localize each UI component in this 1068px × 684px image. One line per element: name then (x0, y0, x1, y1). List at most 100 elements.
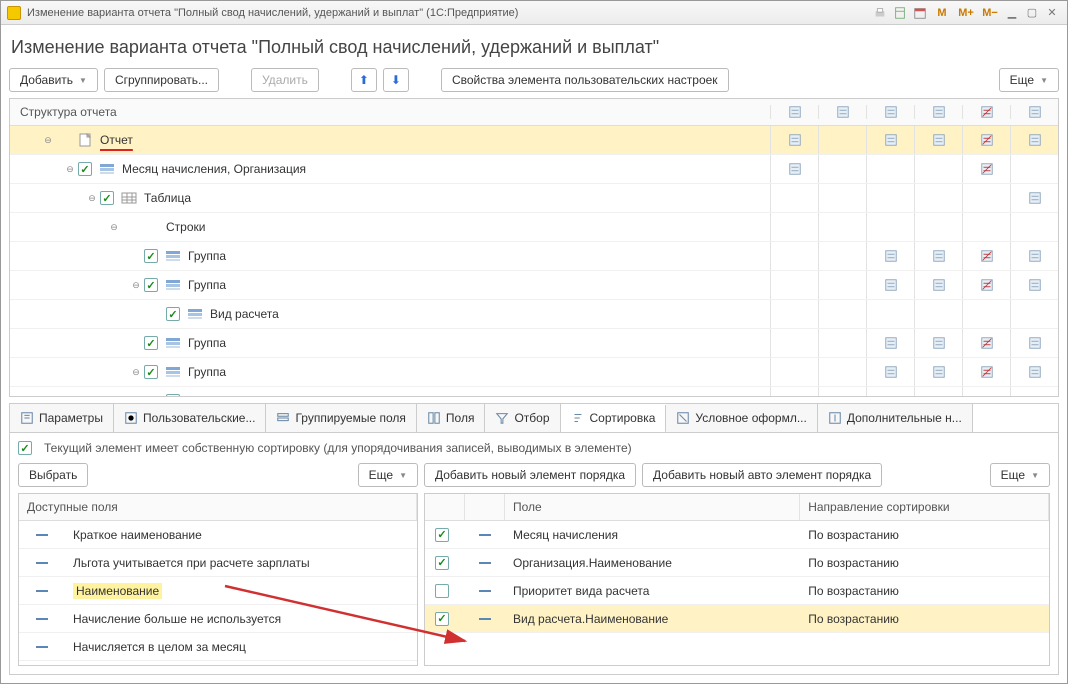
sort-row-checkbox[interactable] (435, 612, 449, 626)
row-checkbox[interactable] (100, 191, 114, 205)
sort-row[interactable]: Вид расчета.Наименование По возрастанию (425, 605, 1049, 633)
tab-user-settings[interactable]: Пользовательские... (114, 404, 267, 432)
tree-row[interactable]: Вид расчета (10, 387, 1058, 396)
sort-direction-label: По возрастанию (808, 528, 899, 542)
element-props-button[interactable]: Свойства элемента пользовательских настр… (441, 68, 729, 92)
expand-toggle[interactable]: ⊖ (42, 134, 54, 146)
add-auto-order-button[interactable]: Добавить новый авто элемент порядка (642, 463, 882, 487)
structure-col-5[interactable] (1010, 105, 1058, 119)
field-icon (479, 534, 491, 536)
add-button[interactable]: Добавить▼ (9, 68, 98, 92)
field-column-header: Поле (505, 494, 800, 520)
choose-button[interactable]: Выбрать (18, 463, 88, 487)
tab-grouped-fields[interactable]: Группируемые поля (266, 404, 416, 432)
available-field-label: Наименование (73, 583, 162, 599)
tab-sort[interactable]: Сортировка (561, 405, 667, 433)
tab-params[interactable]: Параметры (10, 404, 114, 432)
add-order-button[interactable]: Добавить новый элемент порядка (424, 463, 636, 487)
row-checkbox[interactable] (144, 249, 158, 263)
tab-conditional[interactable]: Условное оформл... (666, 404, 817, 432)
maximize-icon[interactable]: ▢ (1023, 5, 1041, 21)
m-button[interactable]: M (931, 5, 953, 21)
structure-col-2[interactable] (866, 105, 914, 119)
tree-row[interactable]: Группа (10, 329, 1058, 358)
sort-row-checkbox[interactable] (435, 584, 449, 598)
row-checkbox[interactable] (78, 162, 92, 176)
sort-field-label: Приоритет вида расчета (513, 584, 649, 598)
m-plus-button[interactable]: M+ (955, 5, 977, 21)
expand-toggle[interactable]: ⊖ (64, 163, 76, 175)
field-icon (479, 618, 491, 620)
structure-col-1[interactable] (818, 105, 866, 119)
tree-row[interactable]: ⊖ Строки (10, 213, 1058, 242)
available-fields-grid[interactable]: Доступные поля Краткое наименование Льго… (18, 493, 418, 666)
more-button[interactable]: Еще▼ (999, 68, 1059, 92)
structure-header: Структура отчета (10, 99, 770, 125)
tree-row[interactable]: ⊖ Месяц начисления, Организация (10, 155, 1058, 184)
sort-direction-label: По возрастанию (808, 612, 899, 626)
tree-row-label: Строки (166, 220, 205, 234)
group-button[interactable]: Сгруппировать... (104, 68, 219, 92)
tree-row[interactable]: Вид расчета (10, 300, 1058, 329)
calendar-icon[interactable] (911, 5, 929, 21)
tab-filter[interactable]: Отбор (485, 404, 560, 432)
tree-row-label: Вид расчета (210, 394, 279, 396)
available-field-row[interactable]: Начисляется в целом за месяц (19, 633, 417, 661)
structure-col-3[interactable] (914, 105, 962, 119)
available-field-row[interactable]: Льгота учитывается при расчете зарплаты (19, 549, 417, 577)
available-field-row[interactable]: Краткое наименование (19, 521, 417, 549)
tree-row-label: Таблица (144, 191, 191, 205)
sort-direction-label: По возрастанию (808, 556, 899, 570)
row-checkbox[interactable] (166, 307, 180, 321)
field-icon (479, 562, 491, 564)
available-field-row[interactable]: Наименование (19, 577, 417, 605)
expand-toggle[interactable]: ⊖ (130, 279, 142, 291)
minimize-icon[interactable]: ▁ (1003, 5, 1021, 21)
available-field-label: Льгота учитывается при расчете зарплаты (73, 556, 310, 570)
m-minus-button[interactable]: M− (979, 5, 1001, 21)
structure-tree[interactable]: ⊖Отчет ⊖ Месяц начисления, Организация ⊖ Т… (10, 126, 1058, 396)
sort-order-grid[interactable]: Поле Направление сортировки Месяц начисл… (424, 493, 1050, 666)
tree-row[interactable]: Группа (10, 242, 1058, 271)
left-more-button[interactable]: Еще▼ (358, 463, 418, 487)
print-icon[interactable] (871, 5, 889, 21)
delete-button[interactable]: Удалить (251, 68, 319, 92)
sort-row[interactable]: Приоритет вида расчета По возрастанию (425, 577, 1049, 605)
move-up-button[interactable]: ⬆ (351, 68, 377, 92)
row-checkbox[interactable] (144, 278, 158, 292)
row-checkbox[interactable] (144, 336, 158, 350)
field-icon (36, 590, 48, 592)
expand-toggle[interactable]: ⊖ (86, 192, 98, 204)
own-sort-checkbox[interactable] (18, 441, 32, 455)
sort-row-checkbox[interactable] (435, 528, 449, 542)
app-icon (7, 6, 21, 20)
expand-toggle[interactable]: ⊖ (108, 221, 120, 233)
tree-row-label: Месяц начисления, Организация (122, 162, 306, 176)
structure-col-0[interactable] (770, 105, 818, 119)
row-checkbox[interactable] (166, 394, 180, 396)
page-title: Изменение варианта отчета "Полный свод н… (11, 37, 1057, 58)
close-icon[interactable]: ✕ (1043, 5, 1061, 21)
main-toolbar: Добавить▼ Сгруппировать... Удалить ⬆ ⬇ С… (9, 68, 1059, 92)
expand-toggle[interactable]: ⊖ (130, 366, 142, 378)
sort-row-checkbox[interactable] (435, 556, 449, 570)
tab-fields[interactable]: Поля (417, 404, 486, 432)
tree-row-label: Группа (188, 249, 226, 263)
field-icon (479, 590, 491, 592)
tree-row[interactable]: ⊖Группа (10, 358, 1058, 387)
field-icon (36, 534, 48, 536)
tab-additional[interactable]: Дополнительные н... (818, 404, 973, 432)
calc-icon[interactable] (891, 5, 909, 21)
tree-row[interactable]: ⊖ Таблица (10, 184, 1058, 213)
row-checkbox[interactable] (144, 365, 158, 379)
field-icon (36, 646, 48, 648)
sort-row[interactable]: Месяц начисления По возрастанию (425, 521, 1049, 549)
sort-row[interactable]: Организация.Наименование По возрастанию (425, 549, 1049, 577)
tree-row[interactable]: ⊖Отчет (10, 126, 1058, 155)
tabs: Параметры Пользовательские... Группируем… (9, 403, 1059, 432)
structure-col-4[interactable] (962, 105, 1010, 119)
right-more-button[interactable]: Еще▼ (990, 463, 1050, 487)
move-down-button[interactable]: ⬇ (383, 68, 409, 92)
available-field-row[interactable]: Начисление больше не используется (19, 605, 417, 633)
tree-row[interactable]: ⊖Группа (10, 271, 1058, 300)
